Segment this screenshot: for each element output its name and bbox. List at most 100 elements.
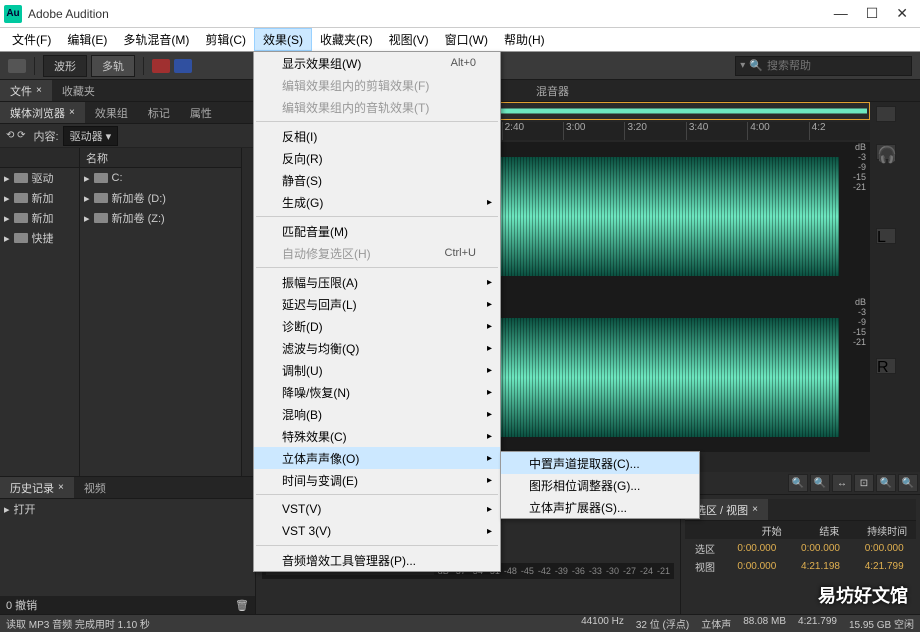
content-dropdown[interactable]: 驱动器 ▾ <box>63 126 119 146</box>
effects-menu: 显示效果组(W)Alt+0编辑效果组内的剪辑效果(F)编辑效果组内的音轨效果(T… <box>253 51 501 572</box>
browser-tabs: 媒体浏览器× 效果组 标记 属性 <box>0 102 255 124</box>
effects-menu-item[interactable]: 时间与变调(E)▸ <box>254 469 500 491</box>
mode-waveform-tab[interactable]: 波形 <box>43 55 87 77</box>
effects-menu-item[interactable]: 反相(I) <box>254 125 500 147</box>
open-icon: ▸ <box>4 503 10 516</box>
watermark: 易坊好文馆 <box>818 582 908 608</box>
effects-menu-item: 编辑效果组内的剪辑效果(F) <box>254 74 500 96</box>
drive-item[interactable]: ▸新加 <box>0 208 79 228</box>
effects-menu-item: 自动修复选区(H)Ctrl+U <box>254 242 500 264</box>
status-item: 32 位 (浮点) <box>636 616 689 631</box>
menu-bar: 文件(F)编辑(E)多轨混音(M)剪辑(C)效果(S)收藏夹(R)视图(V)窗口… <box>0 28 920 52</box>
close-button[interactable]: ✕ <box>896 5 908 22</box>
drive-item[interactable]: ▸新加 <box>0 188 79 208</box>
effects-menu-item[interactable]: 降噪/恢复(N)▸ <box>254 381 500 403</box>
search-dropdown-icon[interactable]: ▾ <box>740 60 745 71</box>
effects-menu-item[interactable]: 反向(R) <box>254 147 500 169</box>
effects-menu-item: 编辑效果组内的音轨效果(T) <box>254 96 500 118</box>
effects-menu-item[interactable]: 显示效果组(W)Alt+0 <box>254 52 500 74</box>
drive-item[interactable]: ▸快捷 <box>0 228 79 248</box>
app-icon: Au <box>4 5 22 23</box>
menu-8[interactable]: 帮助(H) <box>496 29 553 50</box>
drive-item[interactable]: ▸新加卷 (Z:) <box>80 208 241 228</box>
selection-row: 视图0:00.0004:21.1984:21.799 <box>685 557 916 575</box>
search-icon: 🔍 <box>749 59 763 72</box>
tool-icon-1[interactable] <box>152 59 170 73</box>
menu-1[interactable]: 编辑(E) <box>59 29 115 50</box>
effects-menu-item[interactable]: 立体声声像(O)▸ <box>254 447 500 469</box>
stereo-imagery-submenu: 中置声道提取器(C)...图形相位调整器(G)...立体声扩展器(S)... <box>500 451 700 519</box>
drive-item[interactable]: ▸驱动 <box>0 168 79 188</box>
app-title: Adobe Audition <box>28 7 834 21</box>
column-name-header[interactable]: 名称 <box>80 148 241 168</box>
stereo-submenu-item[interactable]: 图形相位调整器(G)... <box>501 474 699 496</box>
menu-0[interactable]: 文件(F) <box>4 29 59 50</box>
magnifier-icon[interactable] <box>876 106 896 122</box>
drive-item[interactable]: ▸新加卷 (D:) <box>80 188 241 208</box>
status-item: 立体声 <box>701 616 731 631</box>
effects-menu-item[interactable]: 调制(U)▸ <box>254 359 500 381</box>
search-box[interactable]: ▾ 🔍 <box>735 56 912 76</box>
effects-menu-item[interactable]: 匹配音量(M) <box>254 220 500 242</box>
undo-bar: 0 撤销 🗑 <box>0 596 255 614</box>
menu-5[interactable]: 收藏夹(R) <box>312 29 381 50</box>
tab-media-browser[interactable]: 媒体浏览器× <box>0 102 85 123</box>
effects-menu-item[interactable]: 滤波与均衡(Q)▸ <box>254 337 500 359</box>
status-item: 88.08 MB <box>743 616 786 631</box>
maximize-button[interactable]: ☐ <box>866 5 879 22</box>
status-item: 44100 Hz <box>581 616 624 631</box>
drive-item[interactable]: ▸C: <box>80 168 241 188</box>
menu-4[interactable]: 效果(S) <box>254 28 312 51</box>
left-panel: 文件× 收藏夹 媒体浏览器× 效果组 标记 属性 ⟲ ⟳ 内容: 驱动器 ▾ ▸… <box>0 80 256 614</box>
menu-6[interactable]: 视图(V) <box>381 29 437 50</box>
channel-r-badge: R <box>876 358 896 374</box>
tab-favorites[interactable]: 收藏夹 <box>52 80 105 101</box>
title-bar: Au Adobe Audition — ☐ ✕ <box>0 0 920 28</box>
history-item-open[interactable]: ▸ 打开 <box>0 499 255 519</box>
tab-effects-rack[interactable]: 效果组 <box>85 102 138 123</box>
effects-menu-item[interactable]: 特殊效果(C)▸ <box>254 425 500 447</box>
tab-markers[interactable]: 标记 <box>138 102 180 123</box>
tab-properties[interactable]: 属性 <box>180 102 222 123</box>
effects-menu-item[interactable]: VST 3(V)▸ <box>254 520 500 542</box>
tab-video[interactable]: 视频 <box>74 477 116 498</box>
tab-history[interactable]: 历史记录× <box>0 477 74 498</box>
menu-3[interactable]: 剪辑(C) <box>197 29 254 50</box>
file-icon[interactable] <box>8 59 26 73</box>
file-panel-tabs: 文件× 收藏夹 <box>0 80 255 102</box>
right-tool-column: 🎧 L R <box>876 102 916 374</box>
trash-icon[interactable]: 🗑 <box>235 599 249 612</box>
status-item: 4:21.799 <box>798 616 837 631</box>
zoom-in-v-button[interactable]: 🔍 <box>876 474 896 492</box>
zoom-out-v-button[interactable]: 🔍 <box>898 474 918 492</box>
effects-menu-item[interactable]: 音频增效工具管理器(P)... <box>254 549 500 571</box>
content-selector-row: ⟲ ⟳ 内容: 驱动器 ▾ <box>0 124 255 148</box>
zoom-sel-button[interactable]: ⊡ <box>854 474 874 492</box>
status-item: 15.95 GB 空闲 <box>849 616 914 631</box>
history-panel: 历史记录× 视频 ▸ 打开 <box>0 476 255 596</box>
effects-menu-item[interactable]: 诊断(D)▸ <box>254 315 500 337</box>
effects-menu-item[interactable]: 生成(G)▸ <box>254 191 500 213</box>
status-message: 读取 MP3 音频 完成用时 1.10 秒 <box>6 616 150 631</box>
tab-mixer[interactable]: 混音器 <box>526 80 579 101</box>
minimize-button[interactable]: — <box>834 5 848 22</box>
menu-2[interactable]: 多轨混音(M) <box>115 29 197 50</box>
mode-multitrack-tab[interactable]: 多轨 <box>91 55 135 77</box>
effects-menu-item[interactable]: 延迟与回声(L)▸ <box>254 293 500 315</box>
headphones-icon[interactable]: 🎧 <box>876 144 896 160</box>
stereo-submenu-item[interactable]: 中置声道提取器(C)... <box>501 452 699 474</box>
menu-7[interactable]: 窗口(W) <box>437 29 496 50</box>
effects-menu-item[interactable]: 振幅与压限(A)▸ <box>254 271 500 293</box>
channel-l-badge: L <box>876 228 896 244</box>
effects-menu-item[interactable]: 静音(S) <box>254 169 500 191</box>
effects-menu-item[interactable]: 混响(B)▸ <box>254 403 500 425</box>
status-bar: 读取 MP3 音频 完成用时 1.10 秒 44100 Hz 32 位 (浮点) 立… <box>0 614 920 632</box>
stereo-submenu-item[interactable]: 立体声扩展器(S)... <box>501 496 699 518</box>
zoom-out-h-button[interactable]: 🔍 <box>810 474 830 492</box>
tool-icon-2[interactable] <box>174 59 192 73</box>
effects-menu-item[interactable]: VST(V)▸ <box>254 498 500 520</box>
search-input[interactable] <box>767 60 907 72</box>
zoom-in-h-button[interactable]: 🔍 <box>788 474 808 492</box>
tab-files[interactable]: 文件× <box>0 80 52 101</box>
zoom-full-button[interactable]: ↔ <box>832 474 852 492</box>
